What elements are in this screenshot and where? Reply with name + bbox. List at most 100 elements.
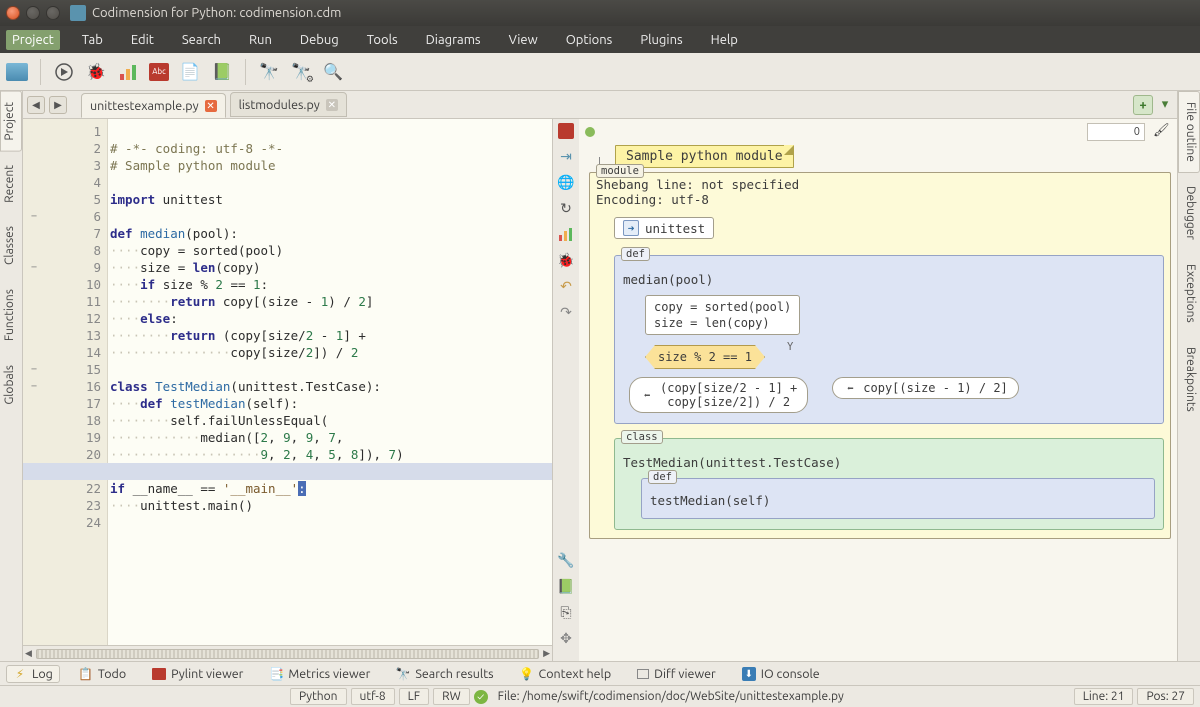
function-signature: median(pool) (623, 272, 1155, 287)
redo-icon[interactable]: ↷ (557, 303, 575, 321)
bottom-tab-todo[interactable]: 📋Todo (72, 665, 133, 683)
menu-tools[interactable]: Tools (361, 30, 404, 50)
app-icon (70, 5, 86, 21)
binoculars-icon[interactable]: 🔭 (258, 61, 280, 83)
status-file: File: /home/swift/codimension/doc/WebSit… (492, 689, 850, 704)
menu-run[interactable]: Run (243, 30, 278, 50)
left-panel-tabs: Project Recent Classes Functions Globals (0, 91, 22, 661)
encoding-text: Encoding: utf-8 (596, 192, 1164, 207)
control-flow-diagram[interactable]: 0 🖌 Sample python module module Shebang … (579, 119, 1177, 661)
branch-label-y: Y (787, 341, 793, 353)
left-tab-globals[interactable]: Globals (0, 354, 22, 416)
book-icon[interactable]: 📗 (557, 577, 575, 595)
binoculars-gear-icon[interactable]: 🔭⚙ (290, 61, 312, 83)
dictionary-icon[interactable]: Abc (149, 63, 169, 81)
book-icon[interactable]: 📗 (211, 61, 233, 83)
highlight-icon[interactable]: 🖌 (1153, 123, 1171, 141)
menu-search[interactable]: Search (176, 30, 227, 50)
method-block[interactable]: def testMedian(self) (641, 478, 1155, 519)
check-ok-icon: ✓ (474, 690, 488, 704)
close-tab-icon[interactable]: ✕ (326, 99, 338, 111)
export-icon[interactable]: ⎘ (557, 603, 575, 621)
menu-plugins[interactable]: Plugins (634, 30, 688, 50)
import-arrow-icon: ➜ (623, 220, 639, 236)
file-tab-active[interactable]: unittestexample.py ✕ (81, 93, 226, 118)
bottom-tab-log[interactable]: ⚡Log (6, 665, 60, 683)
warning-counter: 0 (1087, 123, 1145, 141)
new-tab-button[interactable]: + (1133, 95, 1153, 115)
import-block[interactable]: ➜ unittest (614, 217, 714, 239)
function-block-median[interactable]: def median(pool) copy = sorted(pool) siz… (614, 255, 1164, 424)
window-title: Codimension for Python: codimension.cdm (92, 6, 341, 20)
right-panel-tabs: File outline Debugger Exceptions Breakpo… (1178, 91, 1200, 661)
menu-debug[interactable]: Debug (294, 30, 345, 50)
left-tab-recent[interactable]: Recent (0, 154, 22, 214)
menu-view[interactable]: View (503, 30, 544, 50)
move-icon[interactable]: ✥ (557, 629, 575, 647)
bottom-tab-io[interactable]: ⬇IO console (735, 665, 827, 683)
undo-icon[interactable]: ↶ (557, 277, 575, 295)
left-tab-project[interactable]: Project (0, 91, 22, 152)
window-maximize-button[interactable] (46, 6, 60, 20)
menu-help[interactable]: Help (705, 30, 744, 50)
tab-list-dropdown[interactable]: ▾ (1157, 95, 1173, 115)
bottom-tab-pylint[interactable]: Pylint viewer (145, 665, 250, 683)
status-dot-icon (585, 127, 595, 137)
return-block-true: ⬅ copy[(size - 1) / 2] (832, 377, 1019, 399)
clipboard-icon: 📋 (79, 667, 93, 681)
def-tag: def (648, 470, 677, 484)
window-minimize-button[interactable] (26, 6, 40, 20)
refresh-icon[interactable]: ↻ (557, 199, 575, 217)
menu-options[interactable]: Options (560, 30, 619, 50)
status-encoding[interactable]: utf-8 (351, 688, 395, 705)
status-pos: Pos: 27 (1137, 688, 1194, 705)
bottom-tab-metrics[interactable]: 📑Metrics viewer (262, 665, 377, 683)
line-gutter: 12345 678910 1112131415 1617181920 21222… (23, 119, 108, 661)
chart-icon[interactable] (117, 61, 139, 83)
layout-icon[interactable] (6, 63, 28, 81)
window-titlebar: Codimension for Python: codimension.cdm (0, 0, 1200, 26)
right-tab-exceptions[interactable]: Exceptions (1178, 253, 1200, 334)
window-icon (637, 669, 649, 679)
bottom-panel-tabs: ⚡Log 📋Todo Pylint viewer 📑Metrics viewer… (0, 661, 1200, 685)
status-line: Line: 21 (1074, 688, 1134, 705)
file-tab-label: unittestexample.py (90, 99, 199, 113)
menubar: Project Tab Edit Search Run Debug Tools … (0, 26, 1200, 53)
code-area[interactable]: # -*- coding: utf-8 -*- # Sample python … (108, 119, 552, 661)
code-editor[interactable]: 12345 678910 1112131415 1617181920 21222… (23, 119, 553, 661)
status-rw[interactable]: RW (433, 688, 470, 705)
bug-icon[interactable]: 🐞 (557, 251, 575, 269)
right-tab-breakpoints[interactable]: Breakpoints (1178, 336, 1200, 423)
magnifier-icon[interactable]: 🔍 (322, 61, 344, 83)
file-tab[interactable]: listmodules.py ✕ (230, 92, 347, 117)
download-icon: ⬇ (742, 667, 756, 681)
wrench-icon[interactable]: 🔧 (557, 551, 575, 569)
menu-edit[interactable]: Edit (125, 30, 160, 50)
nav-back-button[interactable]: ◀ (27, 96, 45, 114)
status-language[interactable]: Python (290, 688, 347, 705)
lightning-icon: ⚡ (13, 667, 27, 681)
script-icon[interactable]: 📄 (179, 61, 201, 83)
right-tab-outline[interactable]: File outline (1178, 91, 1200, 173)
menu-tab[interactable]: Tab (76, 30, 109, 50)
status-eol[interactable]: LF (399, 688, 429, 705)
close-tab-icon[interactable]: ✕ (205, 100, 217, 112)
nav-forward-button[interactable]: ▶ (49, 96, 67, 114)
class-block[interactable]: class TestMedian(unittest.TestCase) def … (614, 438, 1164, 530)
bottom-tab-help[interactable]: 💡Context help (513, 665, 619, 683)
metrics-icon[interactable] (557, 225, 575, 243)
indent-icon[interactable]: ⇥ (557, 147, 575, 165)
menu-diagrams[interactable]: Diagrams (420, 30, 487, 50)
dict-icon[interactable] (558, 123, 574, 139)
left-tab-functions[interactable]: Functions (0, 278, 22, 352)
globe-icon[interactable]: 🌐 (557, 173, 575, 191)
bottom-tab-diff[interactable]: Diff viewer (630, 665, 723, 683)
return-arrow-icon: ⬅ (640, 388, 654, 402)
left-tab-classes[interactable]: Classes (0, 215, 22, 276)
bug-icon[interactable]: 🐞 (85, 61, 107, 83)
menu-project[interactable]: Project (6, 30, 60, 50)
window-close-button[interactable] (6, 6, 20, 20)
play-icon[interactable] (53, 61, 75, 83)
right-tab-debugger[interactable]: Debugger (1178, 175, 1200, 251)
bottom-tab-search[interactable]: 🔭Search results (389, 665, 500, 683)
